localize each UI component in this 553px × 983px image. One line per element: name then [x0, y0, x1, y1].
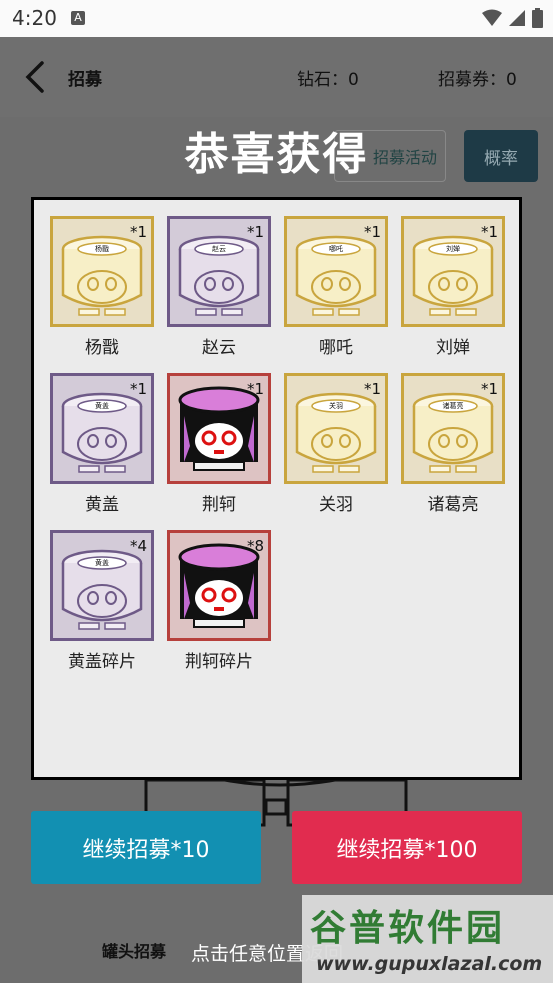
continue-recruit-100-button[interactable]: 继续招募*100 — [292, 811, 522, 884]
reward-item: 刘婵 *1 刘婵 — [401, 216, 505, 358]
jar-label: 黄盖 — [95, 559, 109, 567]
congrats-title: 恭喜获得 — [184, 129, 369, 180]
watermark: 谷普软件园 www.gupuxlazal.com — [302, 895, 553, 983]
item-name: 哪吒 — [319, 338, 353, 358]
item-name: 荆轲 — [202, 495, 236, 515]
item-count: *1 — [480, 223, 498, 241]
item-count: *1 — [363, 380, 381, 398]
gold-jar-icon — [295, 235, 377, 316]
status-time: 4:20 — [12, 6, 57, 30]
back-arrow-icon[interactable] — [20, 59, 50, 95]
reward-card: 关羽 *1 — [284, 373, 388, 484]
signal-icon — [509, 10, 525, 26]
page-title: 招募 — [68, 70, 102, 90]
item-count: *1 — [129, 223, 147, 241]
item-count: *1 — [129, 380, 147, 398]
jar-label: 诸葛亮 — [442, 402, 464, 410]
reward-card: 刘婵 *1 — [401, 216, 505, 327]
item-name: 杨戬 — [85, 338, 119, 358]
jar-label: 关羽 — [329, 402, 343, 410]
jar-label: 赵云 — [212, 245, 226, 253]
ninja-jar-icon — [178, 543, 260, 628]
reward-item: 赵云 *1 赵云 — [167, 216, 271, 358]
battery-icon — [532, 8, 543, 28]
item-count: *1 — [363, 223, 381, 241]
item-count: *1 — [480, 380, 498, 398]
item-count: *8 — [246, 537, 264, 555]
purple-jar-icon — [61, 392, 143, 473]
wifi-icon — [482, 9, 502, 26]
item-name: 黄盖碎片 — [68, 652, 136, 672]
reward-item: 黄盖 *1 黄盖 — [50, 373, 154, 515]
item-name: 诸葛亮 — [427, 495, 479, 515]
gold-jar-icon — [412, 235, 494, 316]
purple-jar-icon — [61, 549, 143, 630]
reward-item: 诸葛亮 *1 诸葛亮 — [401, 373, 505, 515]
coupon-balance: 招募券：0 — [438, 70, 517, 90]
continue-recruit-10-button[interactable]: 继续招募*10 — [31, 811, 261, 884]
reward-card: 黄盖 *1 — [50, 373, 154, 484]
ninja-jar-icon — [178, 386, 260, 471]
reward-grid: 杨戬 *1 杨戬 赵云 *1 赵云 哪吒 *1 哪吒 刘婵 *1 刘婵 黄盖 *… — [50, 216, 505, 672]
item-name: 关羽 — [319, 495, 353, 515]
jar-label: 刘婵 — [446, 245, 460, 253]
reward-card: 杨戬 *1 — [50, 216, 154, 327]
gold-jar-icon — [412, 392, 494, 473]
reward-card: 诸葛亮 *1 — [401, 373, 505, 484]
can-recruit-tab[interactable]: 罐头招募 — [102, 938, 166, 962]
item-name: 赵云 — [202, 338, 236, 358]
status-bar: 4:20 A — [0, 0, 553, 37]
watermark-url: www.gupuxlazal.com — [316, 953, 543, 975]
jar-label: 杨戬 — [95, 245, 109, 253]
item-name: 刘婵 — [436, 338, 470, 358]
jar-label: 哪吒 — [329, 245, 343, 253]
reward-item: 黄盖 *4 黄盖碎片 — [50, 530, 154, 672]
item-name: 荆轲碎片 — [185, 652, 253, 672]
reward-card: 哪吒 *1 — [284, 216, 388, 327]
item-count: *1 — [246, 380, 264, 398]
diamond-balance: 钻石：0 — [297, 70, 359, 90]
app-bar: 招募 钻石：0 招募券：0 — [0, 37, 553, 117]
reward-card: 黄盖 *4 — [50, 530, 154, 641]
reward-card: *8 — [167, 530, 271, 641]
gold-jar-icon — [61, 235, 143, 316]
gold-jar-icon — [295, 392, 377, 473]
reward-panel: 杨戬 *1 杨戬 赵云 *1 赵云 哪吒 *1 哪吒 刘婵 *1 刘婵 黄盖 *… — [31, 197, 522, 780]
watermark-brand: 谷普软件园 — [310, 908, 506, 949]
reward-item: 哪吒 *1 哪吒 — [284, 216, 388, 358]
jar-label: 黄盖 — [95, 402, 109, 410]
item-count: *4 — [129, 537, 147, 555]
reward-item: *1 荆轲 — [167, 373, 271, 515]
notification-icon: A — [71, 11, 85, 25]
reward-item: *8 荆轲碎片 — [167, 530, 271, 672]
reward-item: 杨戬 *1 杨戬 — [50, 216, 154, 358]
reward-item: 关羽 *1 关羽 — [284, 373, 388, 515]
item-count: *1 — [246, 223, 264, 241]
item-name: 黄盖 — [85, 495, 119, 515]
reward-card: 赵云 *1 — [167, 216, 271, 327]
reward-card: *1 — [167, 373, 271, 484]
purple-jar-icon — [178, 235, 260, 316]
